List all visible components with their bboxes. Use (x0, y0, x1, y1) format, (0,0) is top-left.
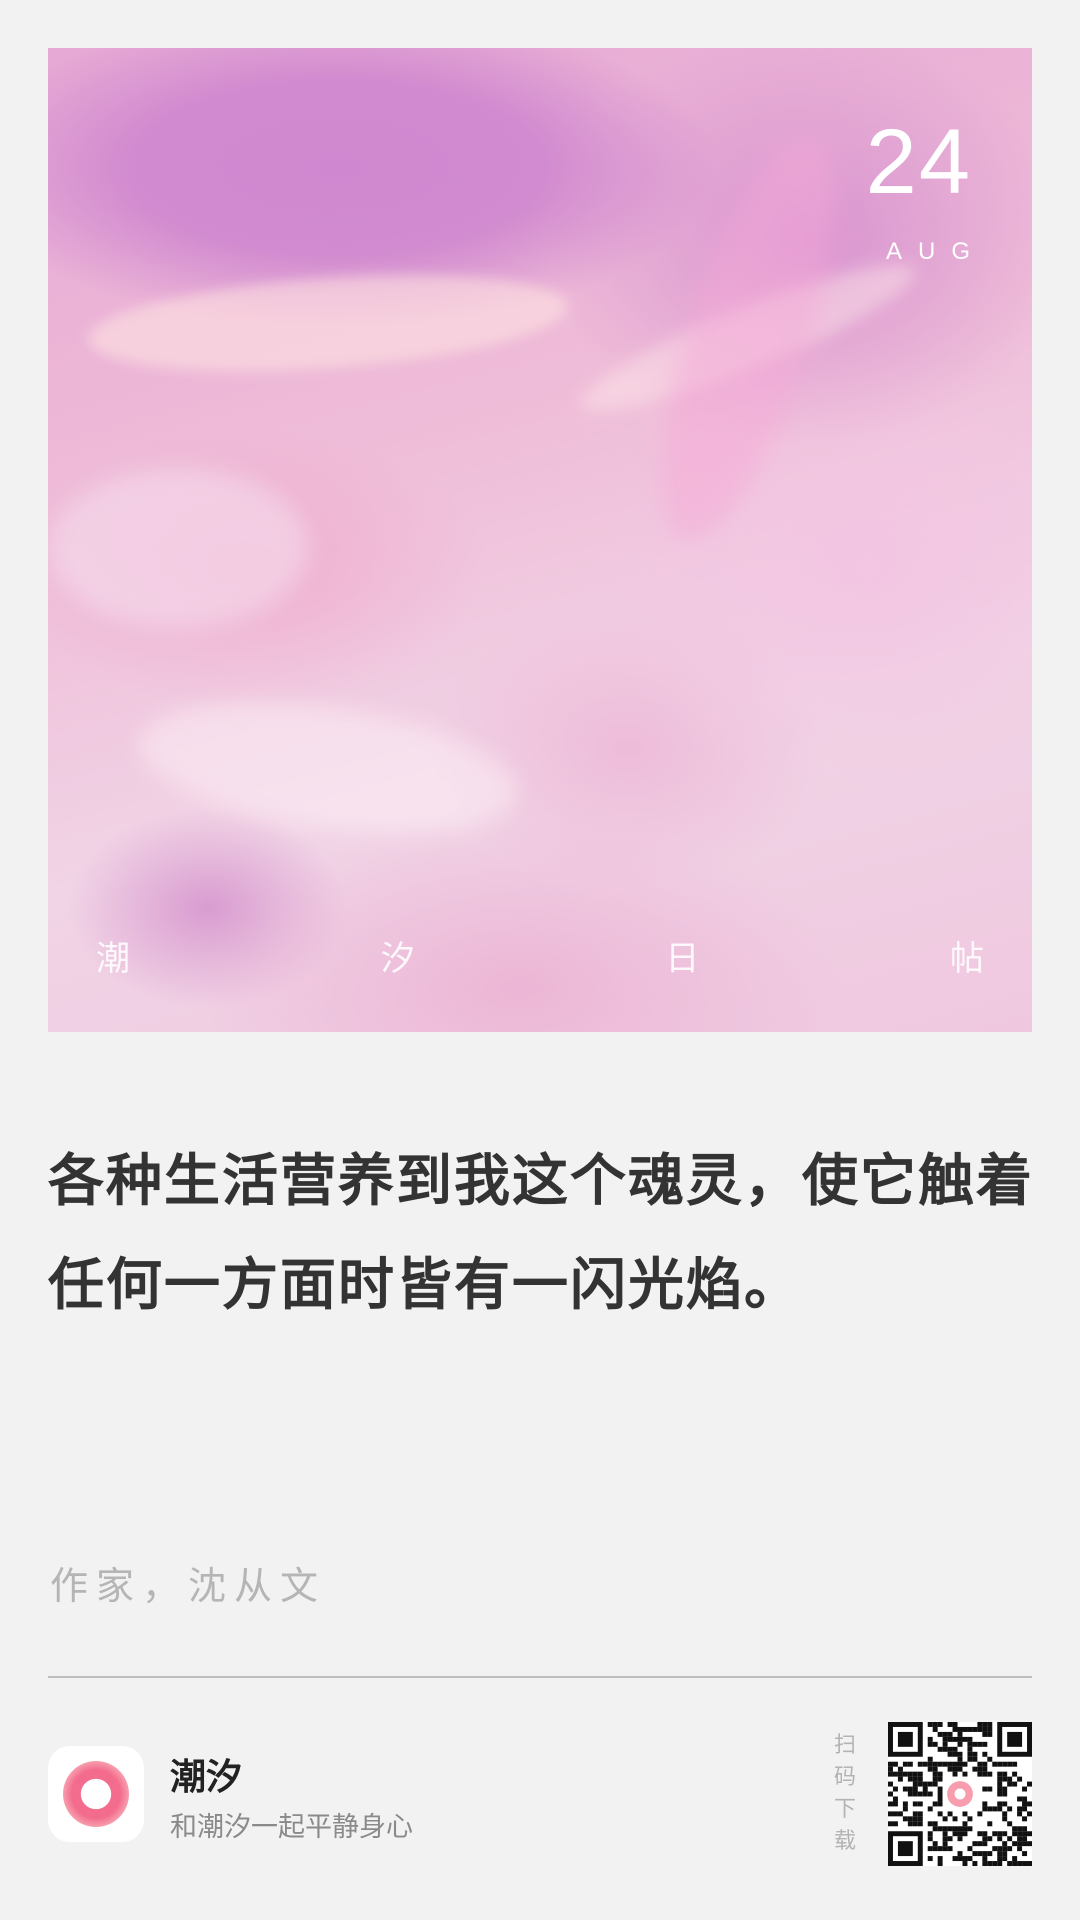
app-slogan: 和潮汐一起平静身心 (170, 1812, 413, 1843)
scan-label-char: 扫 (833, 1733, 856, 1758)
brand-char: 帖 (949, 939, 984, 979)
image-texture (569, 242, 927, 434)
image-texture (131, 682, 525, 854)
scan-label-char: 码 (833, 1765, 856, 1790)
scan-to-download-label: 扫 码 下 载 (830, 1730, 860, 1858)
qr-code-icon[interactable] (888, 1722, 1032, 1866)
image-texture (48, 468, 308, 628)
date-day: 24 (865, 111, 972, 213)
date-month: AUG (885, 238, 986, 265)
brand-char: 汐 (380, 939, 415, 979)
tide-app-icon[interactable] (48, 1746, 144, 1842)
brand-strip: 潮 汐 日 帖 (96, 931, 984, 980)
quote-text: 各种生活营养到我这个魂灵，使它触着任何一方面时皆有一闪光焰。 (48, 1149, 1034, 1318)
image-texture (85, 261, 571, 385)
scan-label-char: 载 (833, 1829, 856, 1854)
divider (48, 1676, 1032, 1678)
quote-author: 作家，沈从文 (50, 1564, 327, 1608)
qr-code-graphic (888, 1722, 1032, 1866)
brand-char: 日 (665, 939, 700, 979)
app-name: 潮汐 (170, 1757, 243, 1798)
image-texture (626, 119, 870, 557)
scan-label-char: 下 (833, 1797, 856, 1822)
app-logo-ring (63, 1761, 129, 1827)
daily-card-image: 24 AUG 潮 汐 日 帖 (48, 48, 1032, 1032)
brand-char: 潮 (96, 939, 130, 979)
